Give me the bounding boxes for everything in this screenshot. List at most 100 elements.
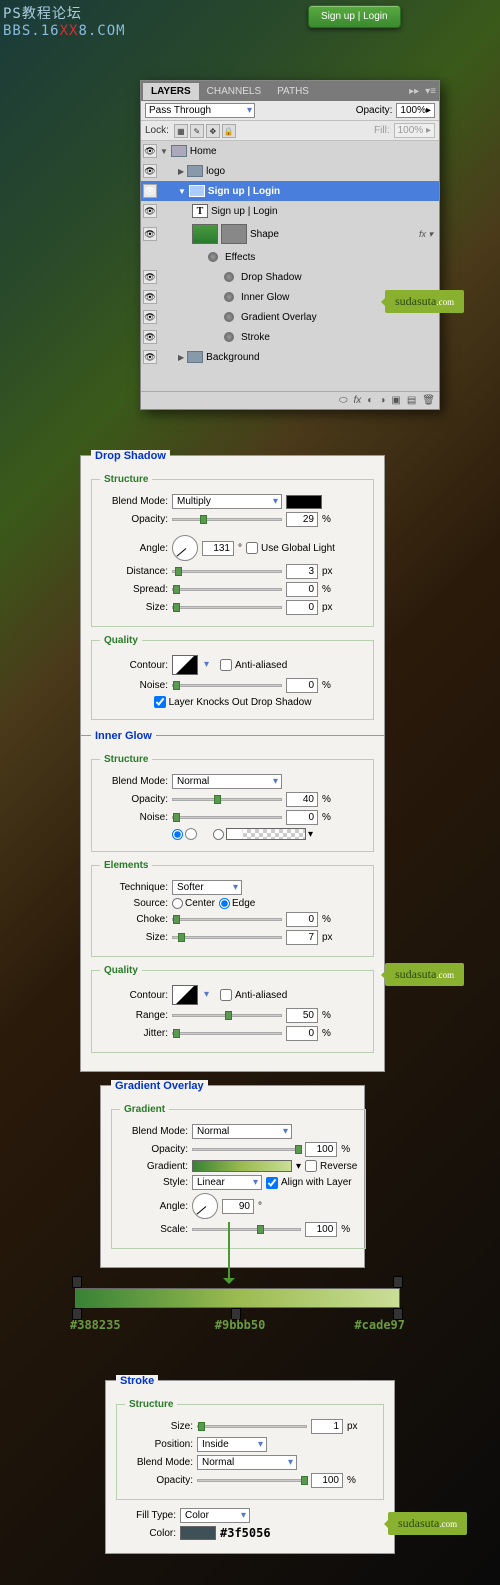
distance-slider[interactable] — [172, 570, 282, 573]
visibility-icon[interactable]: 👁 — [143, 330, 157, 344]
source-edge-radio[interactable]: Edge — [219, 898, 255, 909]
opacity-slider[interactable] — [172, 798, 282, 801]
antialiased-checkbox[interactable]: Anti-aliased — [220, 659, 287, 671]
layer-logo[interactable]: 👁 ▶ logo — [141, 161, 439, 181]
global-light-checkbox[interactable]: Use Global Light — [246, 542, 335, 554]
size-field[interactable]: 0 — [286, 600, 318, 615]
tab-channels[interactable]: CHANNELS — [199, 83, 269, 100]
layer-fx-dropshadow[interactable]: 👁 Drop Shadow — [141, 267, 439, 287]
scale-slider[interactable] — [192, 1228, 301, 1231]
expand-icon[interactable]: ▶ — [178, 167, 184, 176]
opacity-field[interactable]: 100 — [305, 1142, 337, 1157]
filltype-dropdown[interactable]: Color — [180, 1508, 250, 1523]
fx-icon[interactable]: fx — [354, 395, 362, 406]
angle-field[interactable]: 90 — [222, 1199, 254, 1214]
spread-field[interactable]: 0 — [286, 582, 318, 597]
jitter-field[interactable]: 0 — [286, 1026, 318, 1041]
tab-layers[interactable]: LAYERS — [143, 83, 199, 100]
knockout-checkbox[interactable]: Layer Knocks Out Drop Shadow — [154, 696, 312, 708]
size-slider[interactable] — [172, 936, 282, 939]
angle-field[interactable]: 131 — [202, 541, 234, 556]
opacity-slider[interactable] — [197, 1479, 307, 1482]
distance-field[interactable]: 3 — [286, 564, 318, 579]
visibility-icon[interactable]: 👁 — [143, 350, 157, 364]
panel-menu-icon[interactable]: ▾≡ — [422, 86, 439, 97]
blend-mode-dropdown[interactable]: Multiply — [172, 494, 282, 509]
source-center-radio[interactable]: Center — [172, 898, 215, 909]
opacity-field[interactable]: 100 — [311, 1473, 343, 1488]
delete-icon[interactable]: 🗑 — [422, 395, 435, 406]
color-swatch[interactable] — [286, 495, 322, 509]
layer-signup-group[interactable]: 👁 ▼ Sign up | Login — [141, 181, 439, 201]
layer-home[interactable]: 👁 ▼ Home — [141, 141, 439, 161]
adjustment-icon[interactable]: ◑ — [379, 395, 385, 406]
color-radio[interactable] — [172, 828, 197, 840]
size-slider[interactable] — [172, 606, 282, 609]
visibility-icon[interactable]: 👁 — [143, 270, 157, 284]
size-slider[interactable] — [197, 1425, 307, 1428]
jitter-slider[interactable] — [172, 1032, 282, 1035]
tab-paths[interactable]: PATHS — [269, 83, 317, 100]
expand-icon[interactable]: ▼ — [160, 147, 168, 156]
visibility-icon[interactable]: 👁 — [143, 310, 157, 324]
visibility-icon[interactable]: 👁 — [143, 164, 157, 178]
angle-dial[interactable] — [172, 535, 198, 561]
expand-icon[interactable]: ▶ — [178, 353, 184, 362]
noise-slider[interactable] — [172, 816, 282, 819]
demo-signup-login-button[interactable]: Sign up | Login — [308, 5, 401, 28]
align-layer-checkbox[interactable]: Align with Layer — [266, 1177, 352, 1189]
expand-icon[interactable]: ▼ — [178, 187, 186, 196]
gradient-radio[interactable]: ▾ — [213, 828, 313, 840]
opacity-field[interactable]: 40 — [286, 792, 318, 807]
opacity-field[interactable]: 100% ▸ — [396, 103, 435, 118]
noise-slider[interactable] — [172, 684, 282, 687]
visibility-icon[interactable]: 👁 — [143, 204, 157, 218]
visibility-icon[interactable]: 👁 — [143, 227, 157, 241]
technique-dropdown[interactable]: Softer — [172, 880, 242, 895]
noise-field[interactable]: 0 — [286, 678, 318, 693]
gradient-picker[interactable] — [192, 1160, 292, 1172]
choke-slider[interactable] — [172, 918, 282, 921]
contour-picker[interactable] — [172, 655, 198, 675]
opacity-stop[interactable] — [72, 1276, 82, 1288]
opacity-slider[interactable] — [172, 518, 282, 521]
lock-icons[interactable]: ▦✎✥🔒 — [173, 124, 237, 138]
scale-field[interactable]: 100 — [305, 1222, 337, 1237]
opacity-stop[interactable] — [393, 1276, 403, 1288]
panel-collapse-icon[interactable]: ▸▸ — [406, 86, 422, 97]
layer-effects[interactable]: Effects — [141, 247, 439, 267]
reverse-checkbox[interactable]: Reverse — [305, 1160, 357, 1172]
gradient-bar[interactable] — [75, 1288, 400, 1308]
fx-indicator[interactable]: fx ▾ — [419, 229, 437, 240]
angle-dial[interactable] — [192, 1193, 218, 1219]
new-layer-icon[interactable]: ▤ — [407, 395, 416, 406]
size-field[interactable]: 7 — [286, 930, 318, 945]
blend-mode-dropdown[interactable]: Normal — [197, 1455, 297, 1470]
choke-field[interactable]: 0 — [286, 912, 318, 927]
layer-signup-text[interactable]: 👁 T Sign up | Login — [141, 201, 439, 221]
color-swatch[interactable] — [180, 1526, 216, 1540]
layer-background[interactable]: 👁 ▶ Background — [141, 347, 439, 367]
range-slider[interactable] — [172, 1014, 282, 1017]
range-field[interactable]: 50 — [286, 1008, 318, 1023]
blend-mode-dropdown[interactable]: Normal — [172, 774, 282, 789]
layer-fx-stroke[interactable]: 👁 Stroke — [141, 327, 439, 347]
contour-picker[interactable] — [172, 985, 198, 1005]
layer-shape[interactable]: 👁 Shape fx ▾ — [141, 221, 439, 247]
visibility-icon[interactable]: 👁 — [143, 184, 157, 198]
style-dropdown[interactable]: Linear — [192, 1175, 262, 1190]
mask-icon[interactable]: ◐ — [367, 395, 373, 406]
size-field[interactable]: 1 — [311, 1419, 343, 1434]
visibility-icon[interactable]: 👁 — [143, 144, 157, 158]
blend-mode-dropdown[interactable]: Normal — [192, 1124, 292, 1139]
noise-field[interactable]: 0 — [286, 810, 318, 825]
group-icon[interactable]: ▣ — [391, 395, 400, 406]
visibility-icon[interactable]: 👁 — [143, 290, 157, 304]
opacity-slider[interactable] — [192, 1148, 301, 1151]
blend-mode-dropdown[interactable]: Pass Through — [145, 103, 255, 118]
link-icon[interactable]: ⬭ — [339, 395, 348, 406]
position-dropdown[interactable]: Inside — [197, 1437, 267, 1452]
spread-slider[interactable] — [172, 588, 282, 591]
opacity-field[interactable]: 29 — [286, 512, 318, 527]
antialiased-checkbox[interactable]: Anti-aliased — [220, 989, 287, 1001]
